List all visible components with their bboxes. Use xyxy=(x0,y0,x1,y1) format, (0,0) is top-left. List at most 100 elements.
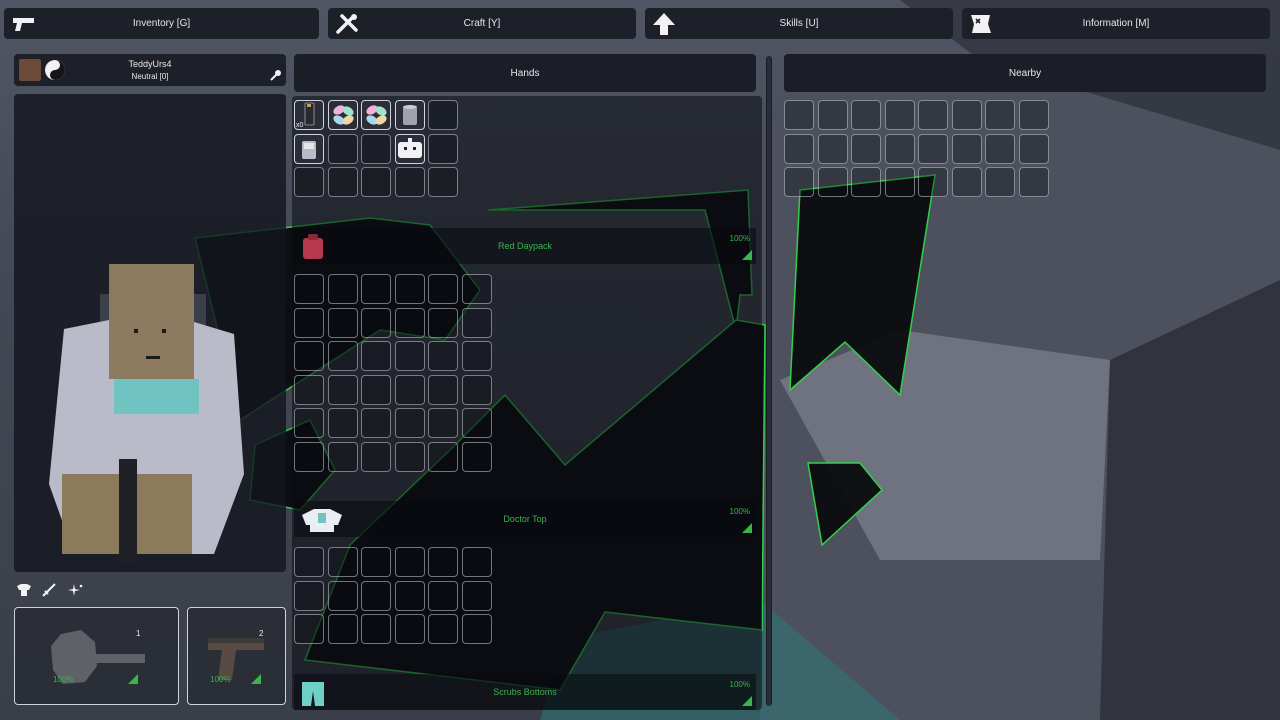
doctor-top-slot[interactable] xyxy=(395,614,425,644)
daypack-slot[interactable] xyxy=(428,308,458,338)
tab-information[interactable]: Information [M] xyxy=(962,8,1270,39)
nearby-slot[interactable] xyxy=(918,134,948,164)
hands-slot[interactable]: x0 xyxy=(294,100,324,130)
daypack-slot[interactable] xyxy=(428,341,458,371)
daypack-slot[interactable] xyxy=(428,408,458,438)
hands-slot[interactable] xyxy=(361,167,391,197)
daypack-slot[interactable] xyxy=(294,375,324,405)
nearby-slot[interactable] xyxy=(1019,167,1049,197)
nearby-slot[interactable] xyxy=(952,167,982,197)
daypack-slot[interactable] xyxy=(428,274,458,304)
hands-slot[interactable] xyxy=(294,134,324,164)
daypack-slot[interactable] xyxy=(294,442,324,472)
nearby-slot[interactable] xyxy=(918,100,948,130)
daypack-slot[interactable] xyxy=(294,341,324,371)
daypack-slot[interactable] xyxy=(462,308,492,338)
hands-slot[interactable] xyxy=(428,134,458,164)
daypack-slot[interactable] xyxy=(294,408,324,438)
tab-craft[interactable]: Craft [Y] xyxy=(328,8,636,39)
doctor-top-slot[interactable] xyxy=(395,581,425,611)
nearby-slot[interactable] xyxy=(885,167,915,197)
daypack-slot[interactable] xyxy=(395,341,425,371)
nearby-slot[interactable] xyxy=(985,134,1015,164)
daypack-slot[interactable] xyxy=(462,274,492,304)
doctor-top-slot[interactable] xyxy=(294,581,324,611)
daypack-slot[interactable] xyxy=(328,274,358,304)
container-header-doctor-top[interactable]: Doctor Top 100% xyxy=(294,501,756,537)
hands-slot[interactable] xyxy=(428,167,458,197)
daypack-slot[interactable] xyxy=(462,341,492,371)
hands-slot[interactable] xyxy=(328,100,358,130)
nearby-slot[interactable] xyxy=(784,134,814,164)
nearby-slot[interactable] xyxy=(851,167,881,197)
nearby-slot[interactable] xyxy=(851,100,881,130)
daypack-slot[interactable] xyxy=(361,274,391,304)
hands-slot[interactable] xyxy=(361,134,391,164)
doctor-top-slot[interactable] xyxy=(294,614,324,644)
hands-slot[interactable] xyxy=(361,100,391,130)
nearby-slot[interactable] xyxy=(851,134,881,164)
hands-slot[interactable] xyxy=(328,134,358,164)
doctor-top-slot[interactable] xyxy=(328,614,358,644)
nearby-slot[interactable] xyxy=(784,167,814,197)
doctor-top-slot[interactable] xyxy=(361,614,391,644)
daypack-slot[interactable] xyxy=(395,408,425,438)
hotbar-slot-2[interactable]: 2 100% xyxy=(187,607,286,705)
daypack-slot[interactable] xyxy=(462,442,492,472)
doctor-top-slot[interactable] xyxy=(462,614,492,644)
daypack-slot[interactable] xyxy=(328,408,358,438)
nearby-slot[interactable] xyxy=(1019,100,1049,130)
daypack-slot[interactable] xyxy=(395,375,425,405)
doctor-top-slot[interactable] xyxy=(462,547,492,577)
daypack-slot[interactable] xyxy=(361,375,391,405)
nearby-slot[interactable] xyxy=(985,100,1015,130)
daypack-slot[interactable] xyxy=(361,442,391,472)
doctor-top-slot[interactable] xyxy=(328,581,358,611)
doctor-top-slot[interactable] xyxy=(462,581,492,611)
doctor-top-slot[interactable] xyxy=(395,547,425,577)
daypack-slot[interactable] xyxy=(462,408,492,438)
scrollbar-thumb[interactable] xyxy=(767,56,771,706)
tab-skills[interactable]: Skills [U] xyxy=(645,8,953,39)
doctor-top-slot[interactable] xyxy=(428,614,458,644)
nearby-slot[interactable] xyxy=(818,134,848,164)
nearby-slot[interactable] xyxy=(818,100,848,130)
nearby-slot[interactable] xyxy=(952,134,982,164)
nearby-slot[interactable] xyxy=(952,100,982,130)
hands-slot[interactable] xyxy=(294,167,324,197)
daypack-slot[interactable] xyxy=(294,274,324,304)
clothing-icon[interactable] xyxy=(16,583,32,597)
daypack-slot[interactable] xyxy=(328,341,358,371)
doctor-top-slot[interactable] xyxy=(361,581,391,611)
nearby-slot[interactable] xyxy=(784,100,814,130)
hands-slot[interactable] xyxy=(395,167,425,197)
daypack-slot[interactable] xyxy=(328,375,358,405)
nearby-slot[interactable] xyxy=(1019,134,1049,164)
daypack-slot[interactable] xyxy=(361,308,391,338)
hotbar-slot-1[interactable]: 1 100% xyxy=(14,607,179,705)
daypack-slot[interactable] xyxy=(361,408,391,438)
nearby-slot[interactable] xyxy=(985,167,1015,197)
inventory-scrollbar[interactable] xyxy=(766,56,772,706)
doctor-top-slot[interactable] xyxy=(328,547,358,577)
doctor-top-slot[interactable] xyxy=(428,547,458,577)
skills-sparkle-icon[interactable] xyxy=(68,583,84,597)
daypack-slot[interactable] xyxy=(462,375,492,405)
container-header-daypack[interactable]: Red Daypack 100% xyxy=(294,228,756,264)
hands-slot[interactable] xyxy=(395,100,425,130)
key-icon[interactable] xyxy=(270,69,282,81)
daypack-slot[interactable] xyxy=(428,375,458,405)
daypack-slot[interactable] xyxy=(395,308,425,338)
doctor-top-slot[interactable] xyxy=(361,547,391,577)
nearby-slot[interactable] xyxy=(885,100,915,130)
weapon-icon[interactable] xyxy=(41,583,57,597)
nearby-slot[interactable] xyxy=(885,134,915,164)
tab-inventory[interactable]: Inventory [G] xyxy=(4,8,319,39)
hands-slot[interactable] xyxy=(328,167,358,197)
daypack-slot[interactable] xyxy=(428,442,458,472)
hands-slot[interactable] xyxy=(428,100,458,130)
daypack-slot[interactable] xyxy=(328,308,358,338)
container-header-scrubs[interactable]: Scrubs Bottoms 100% xyxy=(294,674,756,710)
nearby-slot[interactable] xyxy=(818,167,848,197)
daypack-slot[interactable] xyxy=(328,442,358,472)
